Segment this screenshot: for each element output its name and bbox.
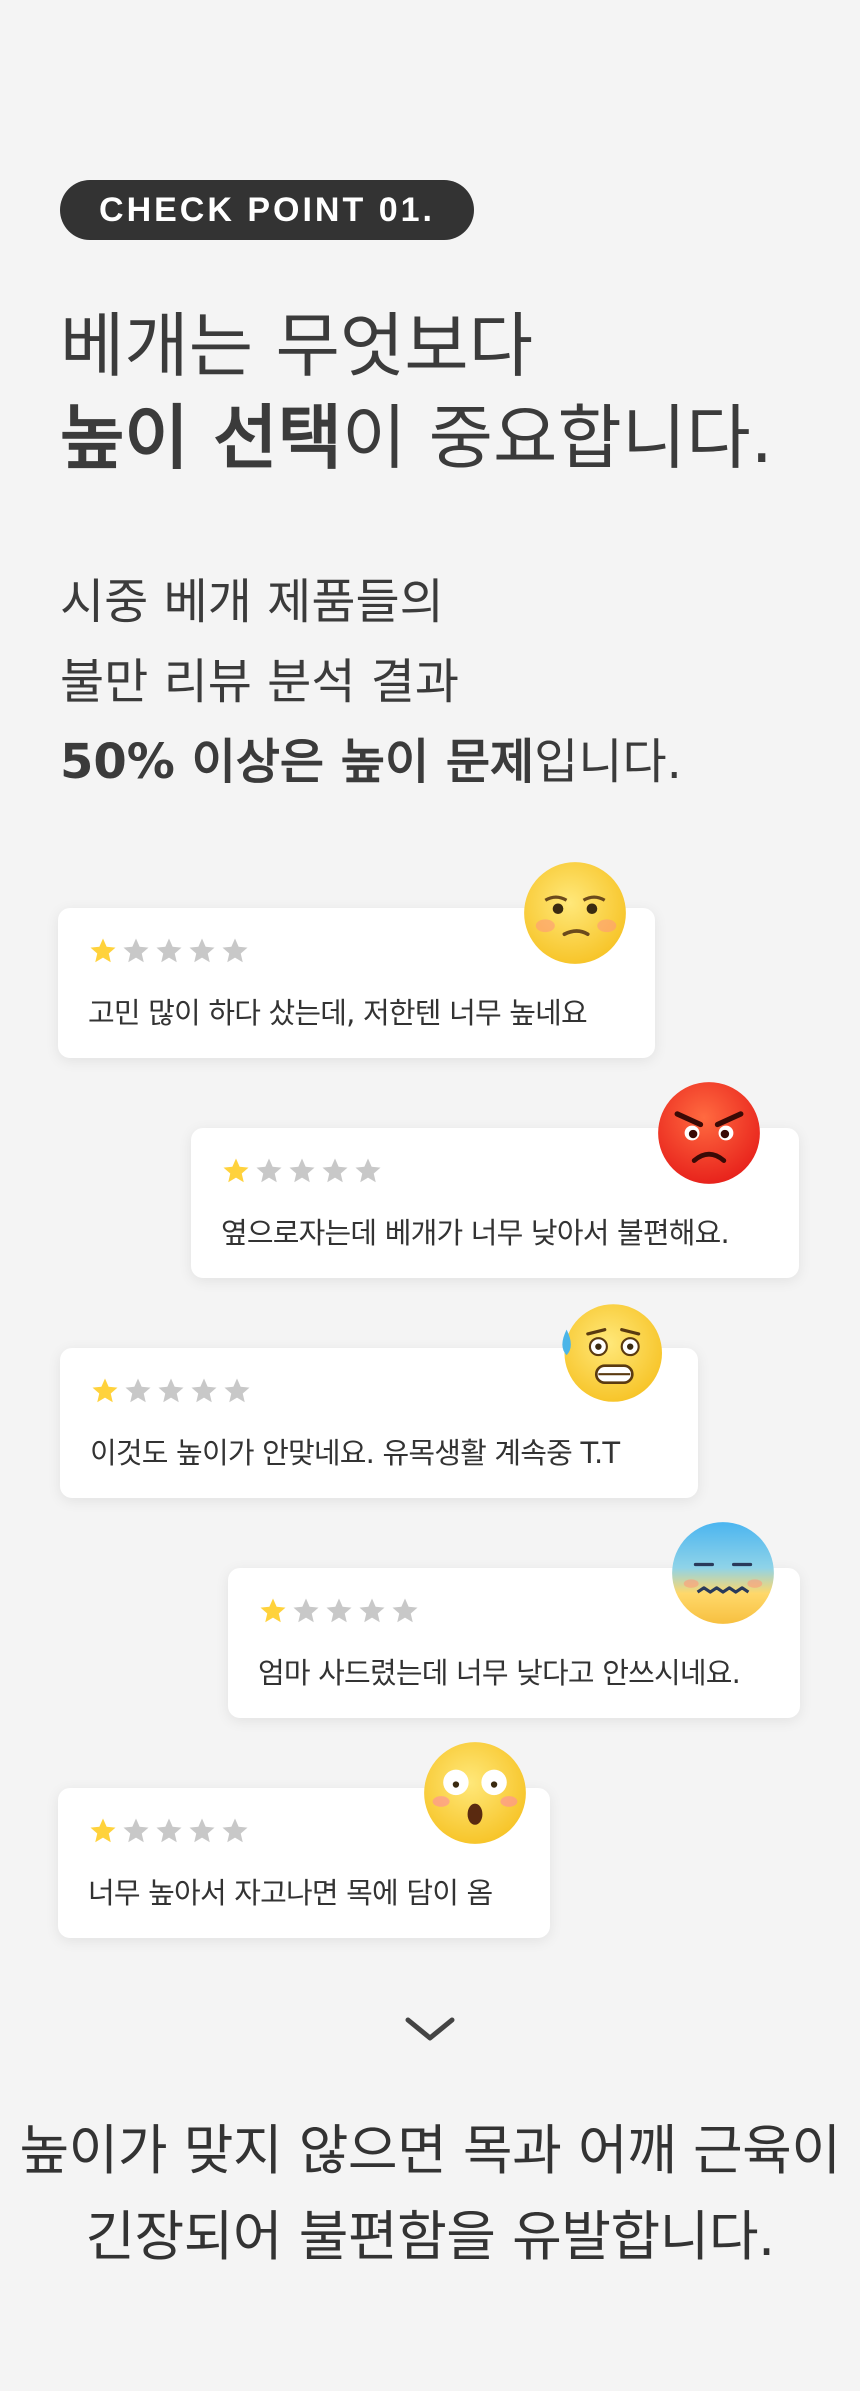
check-point-badge: CHECK POINT 01. — [60, 180, 474, 240]
headline-line2-rest: 이 중요합니다. — [341, 397, 773, 479]
star-empty-icon — [156, 1818, 182, 1843]
star-empty-icon — [359, 1598, 385, 1623]
review-text: 너무 높아서 자고나면 목에 담이 옴 — [88, 1876, 493, 1910]
star-filled-icon — [260, 1598, 286, 1623]
star-empty-icon — [189, 1818, 215, 1843]
headline-line1: 베개는 무엇보다 — [60, 305, 534, 387]
star-empty-icon — [123, 1818, 149, 1843]
headline-line2-bold: 높이 선택 — [60, 397, 342, 479]
bottom-message: 높이가 맞지 않으면 목과 어깨 근육이 긴장되어 불편함을 유발합니다. — [0, 2108, 860, 2280]
sub-line3: 50% 이상은 높이 문제입니다. — [60, 722, 682, 802]
headline-line2: 높이 선택이 중요합니다. — [60, 392, 773, 484]
sub-line3-bold: 50% 이상은 높이 문제 — [60, 734, 535, 790]
star-empty-icon — [326, 1598, 352, 1623]
shocked-face-icon — [422, 1740, 528, 1846]
star-empty-icon — [125, 1378, 151, 1403]
star-empty-icon — [355, 1158, 381, 1183]
star-empty-icon — [189, 938, 215, 963]
star-rating — [88, 1816, 250, 1848]
anxious-sweat-face-icon — [556, 1300, 662, 1406]
star-filled-icon — [92, 1378, 118, 1403]
review-text: 이것도 높이가 안맞네요. 유목생활 계속중 T.T — [90, 1436, 620, 1470]
cold-face-icon — [670, 1520, 776, 1626]
star-rating — [88, 936, 250, 968]
star-empty-icon — [289, 1158, 315, 1183]
chevron-down-icon — [405, 2017, 455, 2041]
star-empty-icon — [222, 1818, 248, 1843]
star-filled-icon — [90, 938, 116, 963]
star-empty-icon — [392, 1598, 418, 1623]
sub-line1: 시중 베개 제품들의 — [60, 574, 444, 630]
star-filled-icon — [223, 1158, 249, 1183]
star-empty-icon — [156, 938, 182, 963]
star-empty-icon — [123, 938, 149, 963]
bottom-line1: 높이가 맞지 않으면 목과 어깨 근육이 — [19, 2119, 841, 2182]
angry-face-icon — [656, 1080, 762, 1186]
star-rating — [221, 1156, 383, 1188]
sub-line3-rest: 입니다. — [534, 734, 682, 790]
review-text: 고민 많이 하다 샀는데, 저한텐 너무 높네요 — [88, 996, 588, 1030]
subheading: 시중 베개 제품들의 불만 리뷰 분석 결과 50% 이상은 높이 문제입니다. — [60, 562, 682, 802]
star-rating — [90, 1376, 252, 1408]
star-empty-icon — [191, 1378, 217, 1403]
star-empty-icon — [293, 1598, 319, 1623]
review-text: 엄마 사드렸는데 너무 낮다고 안쓰시네요. — [258, 1656, 741, 1690]
star-filled-icon — [90, 1818, 116, 1843]
worried-face-icon — [522, 860, 628, 966]
star-empty-icon — [222, 938, 248, 963]
star-empty-icon — [224, 1378, 250, 1403]
review-text: 옆으로자는데 베개가 너무 낮아서 불편해요. — [221, 1216, 730, 1250]
star-empty-icon — [256, 1158, 282, 1183]
star-rating — [258, 1596, 420, 1628]
star-empty-icon — [158, 1378, 184, 1403]
headline: 베개는 무엇보다 높이 선택이 중요합니다. — [60, 300, 773, 484]
sub-line2: 불만 리뷰 분석 결과 — [60, 654, 460, 710]
star-empty-icon — [322, 1158, 348, 1183]
bottom-line2: 긴장되어 불편함을 유발합니다. — [85, 2205, 775, 2268]
